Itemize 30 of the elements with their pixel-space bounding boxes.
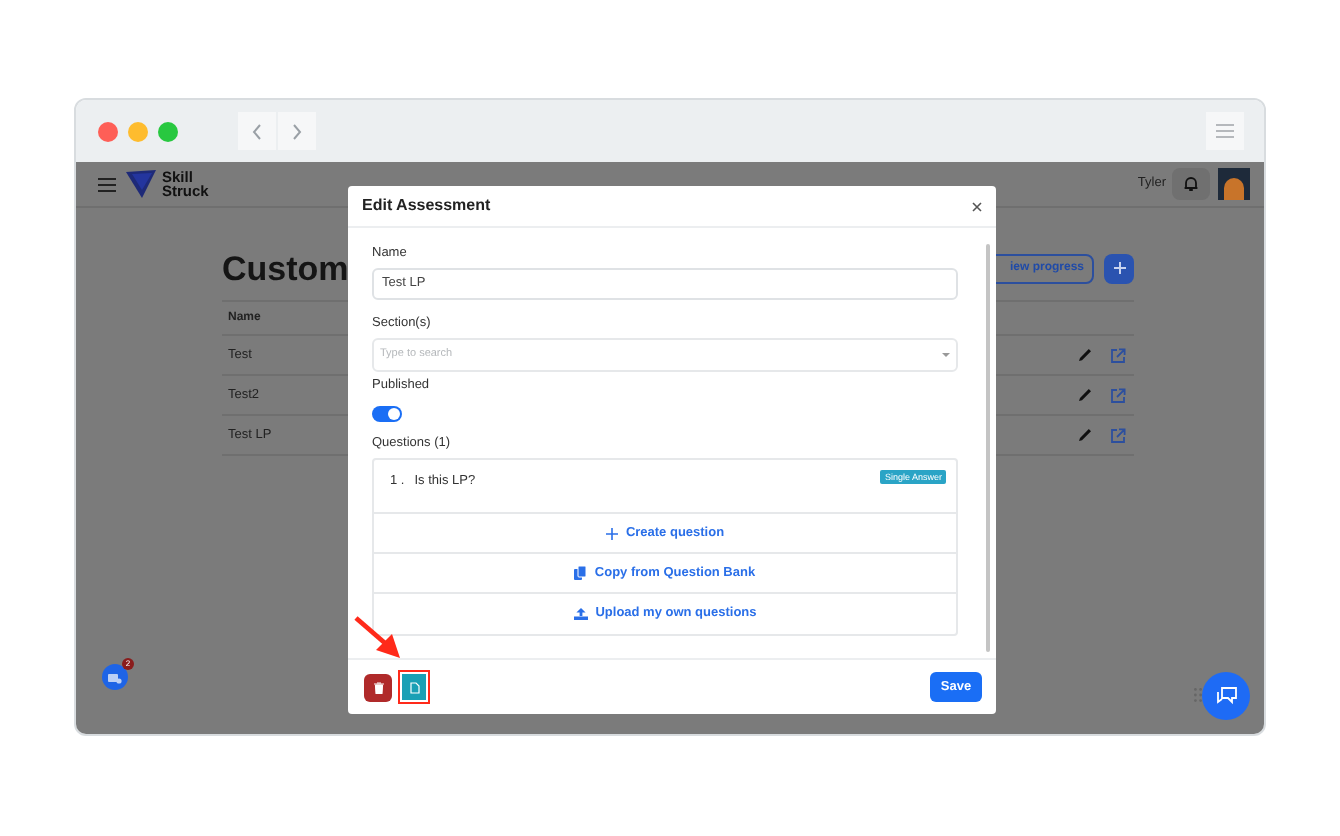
delete-button[interactable] [364,673,392,701]
menu-icon [1216,124,1234,138]
chat-icon [1215,686,1237,706]
logo-icon [126,170,156,198]
pencil-icon[interactable] [1078,388,1092,402]
upload-icon [573,608,588,620]
avatar[interactable] [1218,168,1250,200]
notifications-button[interactable] [1172,168,1210,200]
scrollbar[interactable] [986,244,990,652]
page-title: Custom [222,251,349,285]
plus-icon [605,527,618,539]
bell-icon [1184,176,1198,192]
document-icon [409,681,419,693]
add-button[interactable] [1104,253,1134,283]
pencil-icon[interactable] [1078,428,1092,442]
copy-icon [574,566,587,580]
plus-icon [1113,262,1125,274]
trash-icon [373,681,383,693]
chevron-right-icon [292,123,302,139]
caret-icon [942,351,950,357]
dialog-title: Edit Assessment [362,194,491,218]
chevron-left-icon [252,123,262,139]
drag-handle-icon [1194,688,1202,702]
chat-button[interactable] [1202,672,1250,720]
menu-icon[interactable] [98,177,116,191]
people-icon [108,671,122,683]
pencil-icon[interactable] [1078,348,1092,362]
annotation-arrow [354,616,402,660]
close-icon[interactable] [972,201,982,211]
published-toggle[interactable] [372,406,402,423]
